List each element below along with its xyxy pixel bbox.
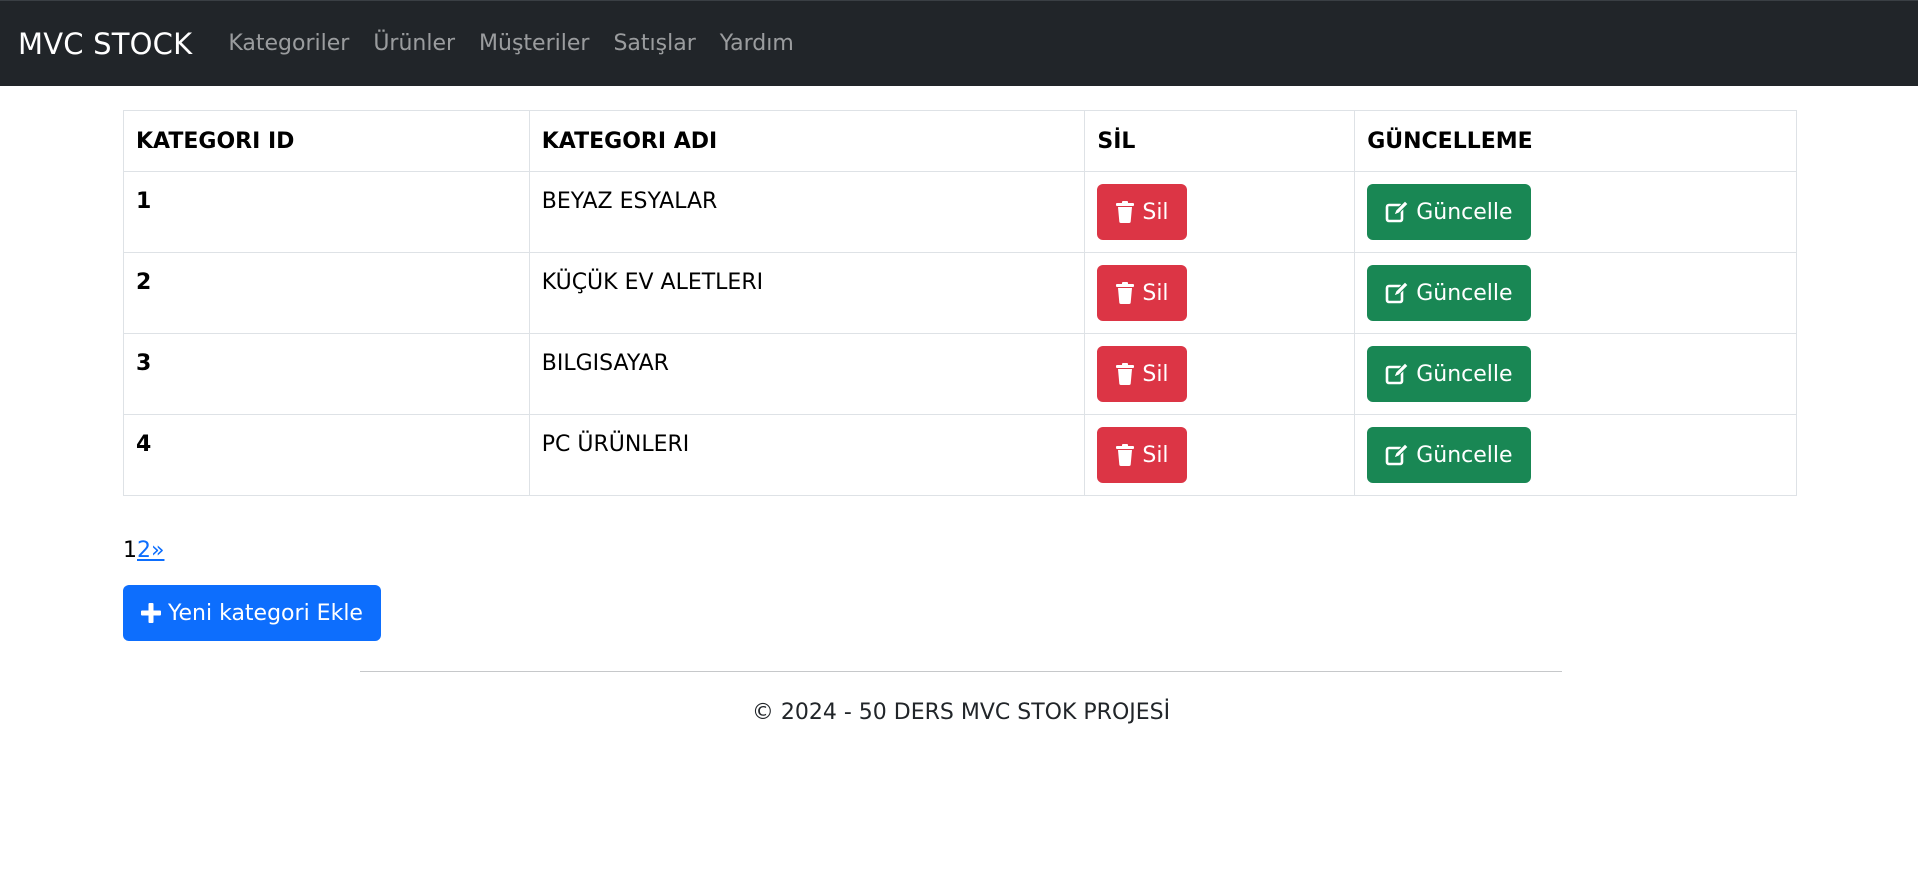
header-category-id: KATEGORI ID	[123, 110, 530, 172]
delete-cell: Sil	[1084, 252, 1356, 334]
header-delete: SİL	[1084, 110, 1356, 172]
update-cell: Güncelle	[1354, 333, 1797, 415]
nav-link-satislar[interactable]: Satışlar	[613, 31, 695, 56]
pagination: 12»	[123, 538, 1797, 563]
category-name-cell: BILGISAYAR	[528, 333, 1086, 415]
update-button-label: Güncelle	[1416, 280, 1513, 306]
trash-icon	[1115, 363, 1135, 385]
update-button[interactable]: Güncelle	[1367, 184, 1531, 240]
table-row: 4 PC ÜRÜNLERI Sil Güncelle	[123, 414, 1797, 496]
trash-icon	[1115, 282, 1135, 304]
delete-button-label: Sil	[1142, 361, 1169, 387]
delete-button[interactable]: Sil	[1097, 427, 1187, 483]
delete-button[interactable]: Sil	[1097, 346, 1187, 402]
table-row: 2 KÜÇÜK EV ALETLERI Sil Güncelle	[123, 252, 1797, 334]
navbar: MVC STOCK Kategoriler Ürünler Müşteriler…	[0, 0, 1918, 86]
main-content: KATEGORI ID KATEGORI ADI SİL GÜNCELLEME …	[123, 110, 1797, 641]
nav-link-urunler[interactable]: Ürünler	[373, 31, 455, 56]
header-category-name: KATEGORI ADI	[528, 110, 1086, 172]
update-button[interactable]: Güncelle	[1367, 346, 1531, 402]
trash-icon	[1115, 201, 1135, 223]
update-button-label: Güncelle	[1416, 442, 1513, 468]
page-link-2[interactable]: 2	[137, 538, 151, 563]
delete-cell: Sil	[1084, 333, 1356, 415]
update-button-label: Güncelle	[1416, 199, 1513, 225]
category-name-cell: KÜÇÜK EV ALETLERI	[528, 252, 1086, 334]
header-update: GÜNCELLEME	[1354, 110, 1797, 172]
add-category-button[interactable]: Yeni kategori Ekle	[123, 585, 381, 641]
trash-icon	[1115, 444, 1135, 466]
footer-text: © 2024 - 50 DERS MVC STOK PROJESİ	[751, 700, 1171, 725]
edit-icon	[1385, 444, 1409, 466]
update-cell: Güncelle	[1354, 252, 1797, 334]
table-row: 3 BILGISAYAR Sil Güncelle	[123, 333, 1797, 415]
footer: © 2024 - 50 DERS MVC STOK PROJESİ	[360, 671, 1562, 725]
delete-button-label: Sil	[1142, 280, 1169, 306]
table-header-row: KATEGORI ID KATEGORI ADI SİL GÜNCELLEME	[123, 110, 1797, 172]
category-id-cell: 1	[123, 171, 530, 253]
edit-icon	[1385, 363, 1409, 385]
next-page-link[interactable]: »	[151, 538, 164, 563]
delete-button-label: Sil	[1142, 442, 1169, 468]
update-cell: Güncelle	[1354, 171, 1797, 253]
delete-button[interactable]: Sil	[1097, 184, 1187, 240]
current-page: 1	[123, 538, 137, 563]
brand-link[interactable]: MVC STOCK	[18, 27, 192, 61]
add-button-wrapper: Yeni kategori Ekle	[123, 585, 1797, 641]
delete-cell: Sil	[1084, 414, 1356, 496]
delete-cell: Sil	[1084, 171, 1356, 253]
plus-icon	[141, 603, 161, 623]
add-category-label: Yeni kategori Ekle	[168, 600, 363, 626]
delete-button-label: Sil	[1142, 199, 1169, 225]
category-id-cell: 2	[123, 252, 530, 334]
category-id-cell: 3	[123, 333, 530, 415]
update-button[interactable]: Güncelle	[1367, 427, 1531, 483]
update-button-label: Güncelle	[1416, 361, 1513, 387]
nav-link-kategoriler[interactable]: Kategoriler	[228, 31, 349, 56]
edit-icon	[1385, 282, 1409, 304]
edit-icon	[1385, 201, 1409, 223]
nav-link-musteriler[interactable]: Müşteriler	[479, 31, 589, 56]
update-cell: Güncelle	[1354, 414, 1797, 496]
update-button[interactable]: Güncelle	[1367, 265, 1531, 321]
category-name-cell: PC ÜRÜNLERI	[528, 414, 1086, 496]
category-id-cell: 4	[123, 414, 530, 496]
category-table: KATEGORI ID KATEGORI ADI SİL GÜNCELLEME …	[123, 110, 1797, 496]
table-row: 1 BEYAZ ESYALAR Sil Güncelle	[123, 171, 1797, 253]
nav-links: Kategoriler Ürünler Müşteriler Satışlar …	[228, 31, 817, 56]
nav-link-yardim[interactable]: Yardım	[720, 31, 794, 56]
delete-button[interactable]: Sil	[1097, 265, 1187, 321]
category-name-cell: BEYAZ ESYALAR	[528, 171, 1086, 253]
